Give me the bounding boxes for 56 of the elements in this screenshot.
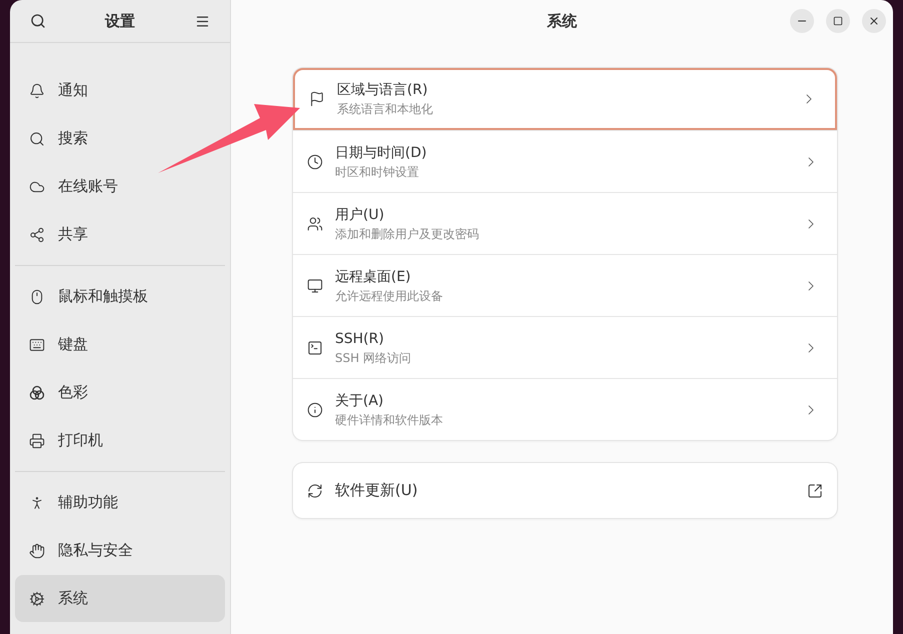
row-subtitle: 硬件详情和软件版本 xyxy=(335,412,444,428)
sidebar-item[interactable]: 搜索 xyxy=(15,115,225,162)
bell-icon xyxy=(29,82,45,98)
search-icon xyxy=(30,13,46,29)
color-circles-icon xyxy=(29,384,45,400)
sidebar-item[interactable]: 系统 xyxy=(15,575,225,622)
maximize-button[interactable] xyxy=(826,9,850,33)
row-title: SSH(R) xyxy=(335,330,385,348)
settings-row[interactable]: SSH(R) SSH 网络访问 xyxy=(293,316,837,378)
sidebar-item[interactable]: 隐私与安全 xyxy=(15,527,225,574)
users-icon xyxy=(307,216,323,232)
row-title: 区域与语言(R) xyxy=(337,81,429,100)
settings-row[interactable]: 远程桌面(E) 允许远程使用此设备 xyxy=(293,254,837,316)
sidebar-item[interactable]: 鼠标和触摸板 xyxy=(15,273,225,320)
sidebar-title: 设置 xyxy=(105,10,135,32)
sidebar-item[interactable]: 键盘 xyxy=(15,321,225,368)
settings-row[interactable]: 关于(A) 硬件详情和软件版本 xyxy=(293,378,837,440)
row-subtitle: 允许远程使用此设备 xyxy=(335,288,444,304)
row-subtitle: SSH 网络访问 xyxy=(335,350,412,366)
settings-row[interactable]: 日期与时间(D) 时区和时钟设置 xyxy=(293,130,837,192)
close-icon xyxy=(868,15,880,27)
window-title: 系统 xyxy=(547,11,577,32)
monitor-icon xyxy=(307,278,323,294)
keyboard-icon xyxy=(29,336,45,352)
sidebar-item[interactable]: 通知 xyxy=(15,67,225,114)
info-icon xyxy=(307,402,323,418)
row-subtitle: 时区和时钟设置 xyxy=(335,164,420,180)
row-subtitle: 添加和删除用户及更改密码 xyxy=(335,226,480,242)
settings-row[interactable]: 区域与语言(R) 系统语言和本地化 xyxy=(293,68,837,130)
gear-icon xyxy=(29,590,45,606)
flag-icon xyxy=(309,91,325,107)
hand-icon xyxy=(29,542,45,558)
row-title: 用户(U) xyxy=(335,206,386,224)
share-icon xyxy=(29,226,45,242)
sidebar-item[interactable]: 辅助功能 xyxy=(15,479,225,526)
close-button[interactable] xyxy=(862,9,886,33)
menu-icon xyxy=(194,14,210,28)
mouse-icon xyxy=(29,288,45,304)
row-title: 关于(A) xyxy=(335,392,385,410)
settings-row[interactable]: 用户(U) 添加和删除用户及更改密码 xyxy=(293,192,837,254)
row-title: 软件更新(U) xyxy=(335,480,419,502)
sidebar-item[interactable]: 打印机 xyxy=(15,417,225,464)
printer-icon xyxy=(29,432,45,448)
terminal-icon xyxy=(307,340,323,356)
search-icon xyxy=(29,130,45,146)
row-subtitle: 系统语言和本地化 xyxy=(337,101,434,118)
update-row[interactable]: 软件更新(U) xyxy=(293,463,837,518)
refresh-icon xyxy=(307,482,323,498)
sidebar-item[interactable]: 色彩 xyxy=(15,369,225,416)
external-link-icon xyxy=(807,482,823,498)
row-title: 远程桌面(E) xyxy=(335,268,412,286)
sidebar-item[interactable]: 共享 xyxy=(15,211,225,258)
sidebar-item[interactable]: 在线账号 xyxy=(15,163,225,210)
row-title: 日期与时间(D) xyxy=(335,144,428,162)
clock-icon xyxy=(307,154,323,170)
maximize-icon xyxy=(833,16,843,26)
